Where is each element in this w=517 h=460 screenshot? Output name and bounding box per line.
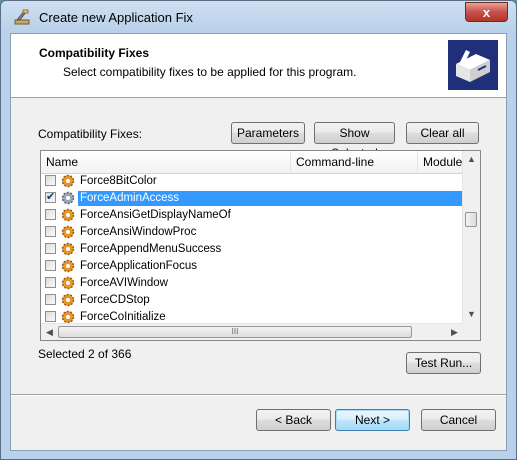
horizontal-scroll-thumb[interactable]: III [58, 326, 412, 338]
fix-gear-icon [61, 225, 75, 239]
fix-gear-icon [61, 293, 75, 307]
close-icon: x [482, 5, 491, 20]
page-title: Compatibility Fixes [39, 46, 150, 60]
clear-all-button[interactable]: Clear all [406, 122, 479, 144]
table-row[interactable]: Force8BitColor [41, 173, 463, 190]
fix-name: ForceAdminAccess [78, 191, 463, 206]
table-row[interactable]: ForceApplicationFocus [41, 258, 463, 275]
table-row[interactable]: ForceAppendMenuSuccess [41, 241, 463, 258]
row-checkbox[interactable] [45, 311, 56, 322]
row-checkbox[interactable] [45, 277, 56, 288]
show-selected-button[interactable]: Show Selected [314, 122, 395, 160]
fix-name: ForceAnsiWindowProc [80, 226, 197, 238]
fix-gear-icon [61, 276, 75, 290]
fix-name: ForceAppendMenuSuccess [80, 243, 222, 255]
horizontal-scrollbar[interactable]: ◀ III ▶ [41, 323, 463, 340]
title-bar[interactable]: Create new Application Fix x [1, 1, 516, 33]
app-fix-window: Create new Application Fix x Compatibili… [0, 0, 517, 460]
scroll-corner [463, 323, 480, 340]
row-checkbox[interactable] [45, 209, 56, 220]
vertical-scrollbar[interactable]: ▲ ▼ [462, 151, 480, 323]
test-run-button[interactable]: Test Run... [406, 352, 481, 374]
table-row[interactable]: ForceAnsiGetDisplayNameOf [41, 207, 463, 224]
wizard-body: Compatibility Fixes Select compatibility… [10, 33, 507, 451]
fix-gear-icon [61, 191, 75, 205]
fix-gear-icon [61, 208, 75, 222]
vertical-scroll-thumb[interactable] [465, 212, 477, 227]
back-button[interactable]: < Back [256, 409, 331, 431]
row-checkbox[interactable] [45, 294, 56, 305]
fix-name: ForceApplicationFocus [80, 260, 197, 272]
scroll-right-icon[interactable]: ▶ [446, 324, 463, 340]
table-row[interactable]: ForceCoInitialize [41, 309, 463, 323]
fix-name: ForceAnsiGetDisplayNameOf [80, 209, 231, 221]
window-title: Create new Application Fix [39, 10, 193, 25]
fixes-label: Compatibility Fixes: [38, 127, 143, 141]
fixes-list[interactable]: Name Command-line Module Force8BitColorF… [40, 150, 481, 341]
column-name[interactable]: Name [41, 151, 291, 173]
row-checkbox[interactable] [45, 243, 56, 254]
row-checkbox[interactable] [45, 260, 56, 271]
table-row[interactable]: ForceCDStop [41, 292, 463, 309]
fix-gear-icon [61, 259, 75, 273]
fix-gear-icon [61, 174, 75, 188]
cancel-button[interactable]: Cancel [421, 409, 496, 431]
fix-gear-icon [61, 242, 75, 256]
row-checkbox[interactable] [45, 226, 56, 237]
row-checkbox[interactable] [45, 175, 56, 186]
fix-name: ForceAVIWindow [80, 277, 168, 289]
fixes-rows: Force8BitColor ForceAdminAccess ForceAnsiG… [41, 173, 463, 323]
scroll-up-icon[interactable]: ▲ [463, 151, 480, 168]
scroll-left-icon[interactable]: ◀ [41, 324, 58, 340]
grip-icon: III [231, 327, 239, 336]
page-subtitle: Select compatibility fixes to be applied… [63, 65, 357, 79]
footer-divider [11, 394, 506, 396]
parameters-button[interactable]: Parameters [231, 122, 305, 144]
wizard-box-icon [448, 40, 498, 90]
column-header: Name Command-line Module [41, 151, 463, 174]
wrench-hammer-icon [14, 9, 30, 25]
column-command-line[interactable]: Command-line [291, 151, 418, 173]
table-row[interactable]: ForceAdminAccess [41, 190, 463, 207]
fix-name: ForceCDStop [80, 294, 150, 306]
fix-name: Force8BitColor [80, 175, 157, 187]
table-row[interactable]: ForceAVIWindow [41, 275, 463, 292]
table-row[interactable]: ForceAnsiWindowProc [41, 224, 463, 241]
next-button[interactable]: Next > [335, 409, 410, 431]
close-button[interactable]: x [465, 2, 508, 22]
selection-status: Selected 2 of 366 [38, 347, 132, 361]
fix-name: ForceCoInitialize [80, 311, 166, 323]
wizard-header: Compatibility Fixes Select compatibility… [11, 34, 506, 98]
scroll-down-icon[interactable]: ▼ [463, 306, 480, 323]
row-checkbox[interactable] [45, 190, 56, 203]
fix-gear-icon [61, 310, 75, 323]
